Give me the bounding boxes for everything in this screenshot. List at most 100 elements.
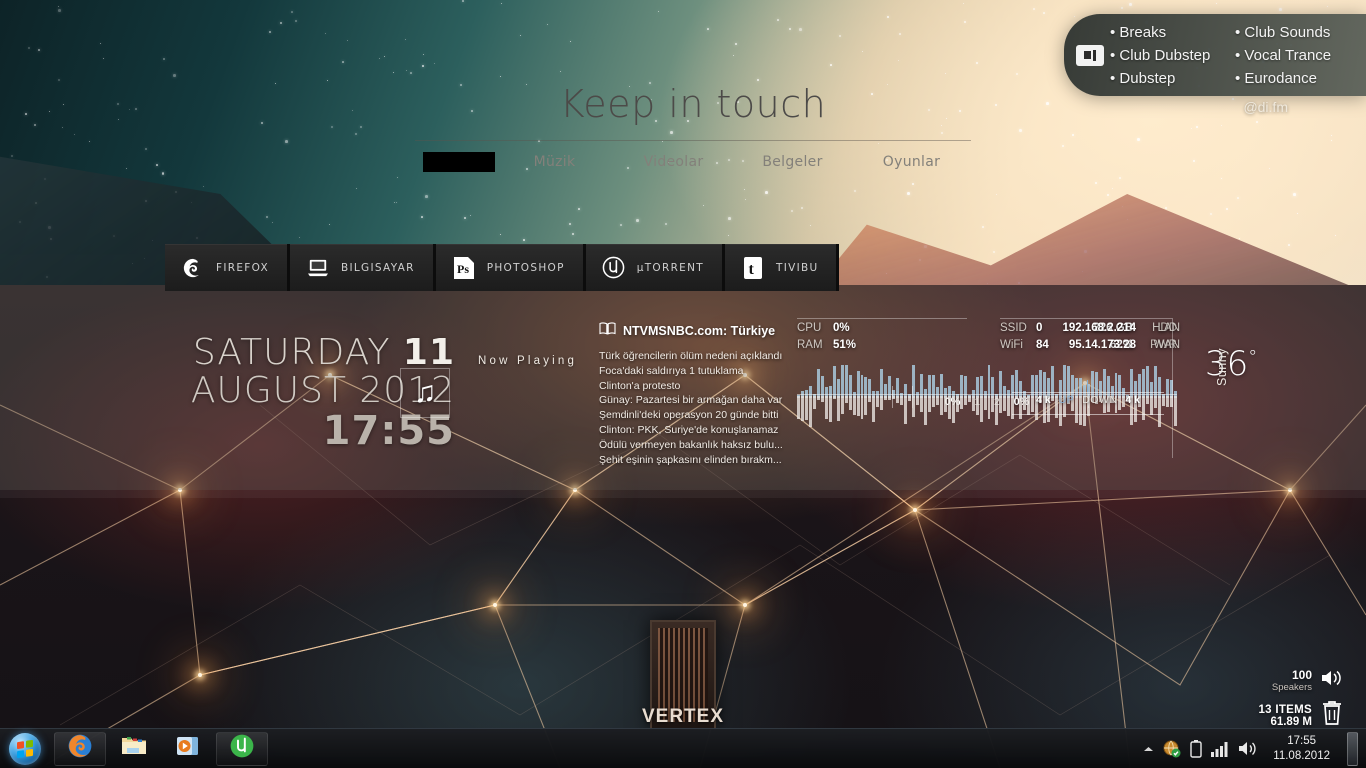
graph-axis	[1012, 392, 1164, 393]
news-headline[interactable]: Clinton'a protesto	[599, 379, 784, 394]
file-explorer-icon	[120, 734, 148, 763]
news-headline[interactable]: Şemdinli'deki operasyon 20 günde bitti	[599, 408, 784, 423]
taskbar: 17:55 11.08.2012	[0, 728, 1366, 768]
download-label: DOWN	[1082, 394, 1118, 406]
dock-item-photoshop[interactable]: Ps PHOTOSHOP	[435, 244, 586, 291]
news-headline[interactable]: Clinton: PKK, Suriye'de konuşlanamaz	[599, 423, 784, 438]
computer-icon	[306, 256, 330, 280]
page-title: Keep in touch	[559, 82, 827, 126]
photoshop-icon: Ps	[452, 256, 476, 280]
dock-item-bilgisayar[interactable]: BILGISAYAR	[290, 244, 436, 291]
application-dock: FIREFOX BILGISAYAR Ps PHOTOSHOP µTORRENT…	[165, 244, 840, 291]
tab-belgeler[interactable]: Belgeler	[733, 154, 852, 170]
start-button[interactable]	[2, 730, 48, 768]
constellation-node	[573, 488, 577, 492]
volume-speaker-icon[interactable]	[1238, 740, 1258, 757]
ssid-label: SSID	[1000, 322, 1027, 334]
volume-device-label: Speakers	[1271, 682, 1312, 693]
windows-start-orb-icon	[9, 732, 41, 765]
taskbar-firefox[interactable]	[54, 731, 106, 766]
cpu-value: 0%	[833, 322, 850, 334]
difm-station[interactable]: Dubstep	[1110, 67, 1235, 90]
tab-redacted[interactable]	[423, 152, 495, 172]
speaker-icon	[1320, 668, 1344, 693]
news-source-title: NTVMSNBC.com: Türkiye	[623, 324, 776, 338]
tivibu-icon: t	[741, 256, 765, 280]
news-headline[interactable]: Foca'daki saldırıya 1 tutuklama	[599, 364, 784, 379]
wifi-label: WiFi	[1000, 339, 1023, 351]
upload-value: 4 k	[1035, 394, 1051, 406]
graph-peak-tick	[1087, 380, 1088, 392]
recycle-bin-icon	[1320, 700, 1344, 731]
wan-label: WAN	[1153, 339, 1180, 351]
taskbar-explorer[interactable]	[108, 732, 160, 766]
difm-handle: @di.fm	[1243, 99, 1288, 115]
constellation-node	[913, 508, 917, 512]
taskbar-clock-date: 11.08.2012	[1273, 749, 1330, 762]
recycle-bin-count: 13 ITEMS	[1258, 703, 1312, 716]
taskbar-media-player[interactable]	[162, 732, 214, 766]
dock-item-firefox[interactable]: FIREFOX	[165, 244, 290, 291]
difm-station[interactable]: Club Dubstep	[1110, 44, 1235, 67]
news-headline[interactable]: Günay: Pazartesi bir armağan daha var	[599, 393, 784, 408]
cpu-label: CPU	[797, 322, 822, 334]
news-headline[interactable]: Şehit eşinin şapkasını elinden bırakm...	[599, 453, 784, 468]
volume-widget[interactable]: 100 Speakers	[1272, 668, 1344, 693]
lan-ip-value: 192.168.2.214	[1062, 322, 1136, 334]
firefox-icon	[67, 733, 93, 764]
news-headline[interactable]: Türk öğrencilerin ölüm nedeni açıklandı	[599, 349, 784, 364]
battery-icon[interactable]	[1190, 739, 1202, 758]
tab-muzik[interactable]: Müzik	[495, 154, 614, 170]
wan-ip-value: 95.14.173.28	[1068, 339, 1136, 351]
dock-item-tivibu[interactable]: t TIVIBU	[725, 244, 840, 291]
svg-text:t: t	[749, 261, 755, 278]
difm-station[interactable]: Breaks	[1110, 21, 1235, 44]
now-playing-tile[interactable]: ♫	[400, 368, 450, 418]
news-headline[interactable]: Ödülü vermeyen bakanlık haksız bulu...	[599, 438, 784, 453]
dock-item-label: PHOTOSHOP	[486, 261, 565, 274]
svg-text:Ps: Ps	[457, 262, 469, 276]
constellation-node	[493, 603, 497, 607]
utorrent-icon	[602, 256, 626, 280]
difm-station[interactable]: Vocal Trance	[1235, 44, 1360, 67]
di-fm-logo-icon	[1076, 44, 1104, 66]
dock-item-utorrent[interactable]: µTORRENT	[585, 244, 725, 291]
network-globe-icon[interactable]	[1163, 740, 1181, 758]
network-rate-labels: 4 k UP DOWN 4 k	[1012, 394, 1164, 406]
wifi-value: 84	[1036, 339, 1049, 351]
recycle-bin-size: 61.89 M	[1270, 715, 1312, 728]
constellation-node	[743, 603, 747, 607]
signal-bars-icon[interactable]	[1211, 741, 1229, 757]
firefox-icon	[181, 256, 205, 280]
graph-axis	[1012, 414, 1164, 415]
ssid-value: 0	[1036, 322, 1043, 334]
divider	[1172, 318, 1173, 458]
music-note-icon: ♫	[413, 376, 437, 409]
news-feed-header: NTVMSNBC.com: Türkiye	[599, 322, 784, 340]
taskbar-utorrent[interactable]	[216, 731, 268, 766]
dock-item-label: TIVIBU	[776, 261, 819, 274]
download-value: 4 k	[1125, 394, 1141, 406]
ip-info-block: 192.168.2.214 LAN 95.14.173.28 WAN	[1060, 320, 1180, 354]
show-desktop-button[interactable]	[1347, 731, 1358, 766]
weather-condition: Sunny	[1215, 348, 1229, 386]
cpu-ram-block: CPU 0% RAM 51%	[797, 320, 987, 354]
dock-item-label: BILGISAYAR	[341, 261, 415, 274]
taskbar-buttons	[54, 731, 268, 766]
difm-radio-widget[interactable]: Breaks Club Dubstep Dubstep Club Sounds …	[1064, 14, 1366, 96]
wallpaper-poster-title: VERTEX	[641, 706, 725, 727]
recycle-bin-widget[interactable]: 13 ITEMS 61.89 M	[1258, 700, 1344, 731]
date-weekday-line: SATURDAY 11	[95, 334, 455, 372]
difm-station[interactable]: Eurodance	[1235, 67, 1360, 90]
tab-oyunlar[interactable]: Oyunlar	[852, 154, 971, 170]
show-hidden-icons-arrow[interactable]	[1143, 745, 1154, 753]
tab-videolar[interactable]: Videolar	[614, 154, 733, 170]
divider	[1000, 318, 1172, 319]
difm-station[interactable]: Club Sounds	[1235, 21, 1360, 44]
ram-value: 51%	[833, 339, 857, 351]
system-tray: 17:55 11.08.2012	[1143, 729, 1366, 768]
now-playing-label: Now Playing	[478, 355, 578, 367]
taskbar-clock[interactable]: 17:55 11.08.2012	[1267, 734, 1336, 764]
difm-station-column-right: Club Sounds Vocal Trance Eurodance	[1235, 21, 1360, 90]
lan-label: LAN	[1157, 322, 1180, 334]
